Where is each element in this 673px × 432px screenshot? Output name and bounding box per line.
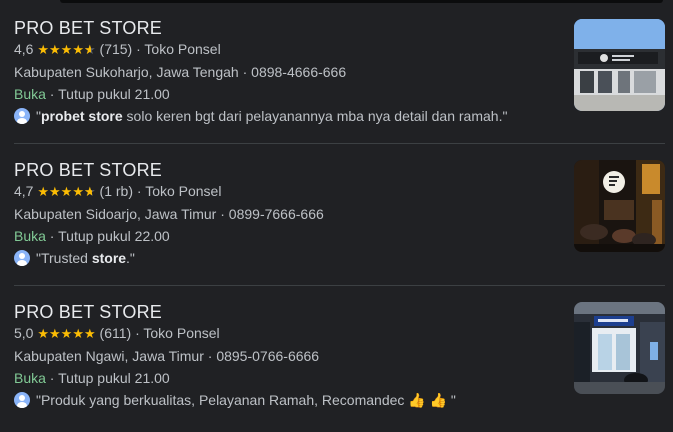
listing-card[interactable]: PRO BET STORE 4,7 ★★★★★ ★ (1 rb) · Toko P… (0, 160, 673, 290)
user-avatar-icon (14, 250, 30, 266)
night-store-photo[interactable] (574, 160, 665, 252)
review-snippet: "Trusted store." (14, 250, 135, 266)
review-count[interactable]: (715) (100, 41, 133, 57)
open-status: Buka (14, 370, 46, 386)
phone-number[interactable]: 0895-0766-6666 (216, 348, 319, 364)
hours-row: Buka · Tutup pukul 22.00 (14, 228, 170, 244)
store-front-photo[interactable] (574, 19, 665, 111)
phone-number[interactable]: 0898-4666-666 (251, 64, 346, 80)
star-rating-icon: ★★★★★ (37, 326, 96, 341)
listing-card[interactable]: PRO BET STORE 5,0 ★★★★★ (611) · Toko Pon… (0, 302, 673, 432)
listing-title[interactable]: PRO BET STORE (14, 160, 162, 181)
phone-number[interactable]: 0899-7666-666 (229, 206, 324, 222)
rating-row: 4,7 ★★★★★ ★ (1 rb) · Toko Ponsel (14, 183, 222, 199)
star-rating-icon: ★★★★★ ★ (37, 42, 96, 57)
rating-value: 4,6 (14, 41, 34, 57)
listing-title[interactable]: PRO BET STORE (14, 18, 162, 39)
address-row: Kabupaten Sidoarjo, Jawa Timur · 0899-76… (14, 206, 324, 222)
category: Toko Ponsel (145, 183, 222, 199)
listing-card[interactable]: PRO BET STORE 4,6 ★★★★★ ★ (715) · Toko Po… (0, 18, 673, 148)
address-row: Kabupaten Ngawi, Jawa Timur · 0895-0766-… (14, 348, 320, 364)
star-rating-icon: ★★★★★ ★ (37, 184, 96, 199)
open-status: Buka (14, 86, 46, 102)
closing-time: Tutup pukul 21.00 (58, 370, 170, 386)
category: Toko Ponsel (144, 41, 221, 57)
rating-row: 4,6 ★★★★★ ★ (715) · Toko Ponsel (14, 41, 221, 57)
address-row: Kabupaten Sukoharjo, Jawa Tengah · 0898-… (14, 64, 347, 80)
closing-time: Tutup pukul 22.00 (58, 228, 170, 244)
review-snippet: "probet store solo keren bgt dari pelaya… (14, 108, 507, 124)
open-status: Buka (14, 228, 46, 244)
hours-row: Buka · Tutup pukul 21.00 (14, 370, 170, 386)
divider (14, 285, 665, 286)
divider (14, 143, 665, 144)
review-snippet: "Produk yang berkualitas, Pelayanan Rama… (14, 392, 456, 409)
location: Kabupaten Ngawi, Jawa Timur (14, 348, 204, 364)
shop-entrance-photo[interactable] (574, 302, 665, 394)
review-count[interactable]: (1 rb) (100, 183, 133, 199)
listing-title[interactable]: PRO BET STORE (14, 302, 162, 323)
user-avatar-icon (14, 392, 30, 408)
location: Kabupaten Sukoharjo, Jawa Tengah (14, 64, 239, 80)
location: Kabupaten Sidoarjo, Jawa Timur (14, 206, 217, 222)
rating-value: 5,0 (14, 325, 34, 341)
hours-row: Buka · Tutup pukul 21.00 (14, 86, 170, 102)
top-edge (60, 0, 663, 3)
closing-time: Tutup pukul 21.00 (58, 86, 170, 102)
user-avatar-icon (14, 108, 30, 124)
rating-value: 4,7 (14, 183, 34, 199)
review-count[interactable]: (611) (100, 325, 132, 341)
rating-row: 5,0 ★★★★★ (611) · Toko Ponsel (14, 325, 220, 341)
category: Toko Ponsel (143, 325, 220, 341)
